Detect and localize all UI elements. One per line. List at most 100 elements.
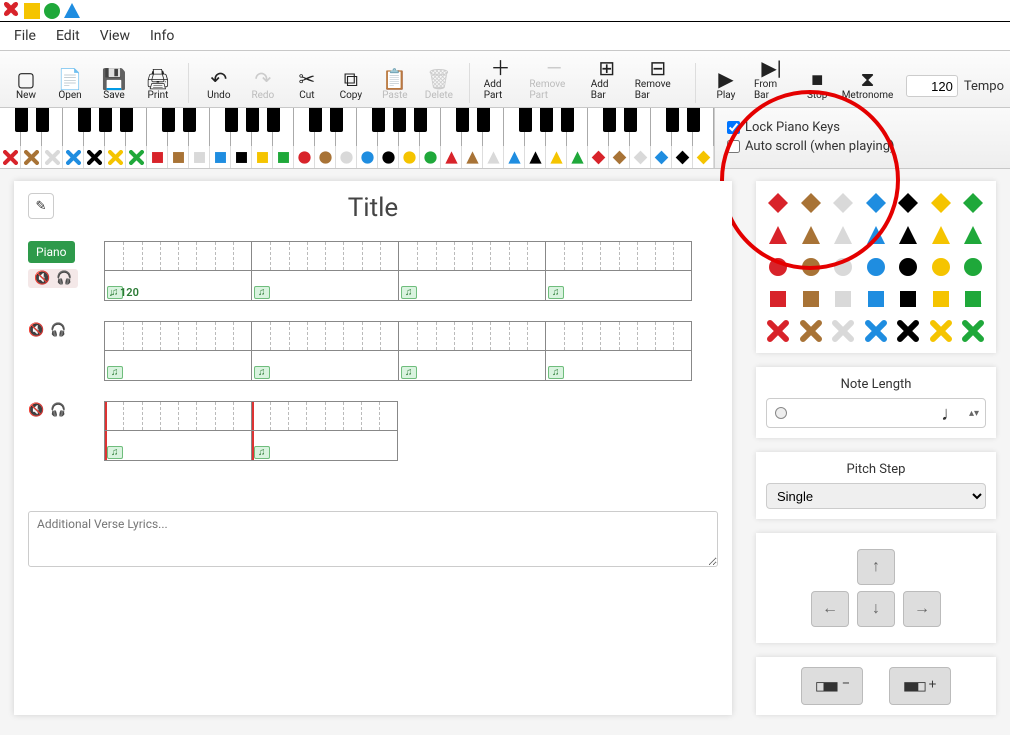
- piano-shape-cell[interactable]: [420, 146, 441, 168]
- piano-shape-cell[interactable]: [567, 146, 588, 168]
- white-key[interactable]: [504, 108, 525, 146]
- piano-shape-cell[interactable]: [168, 146, 189, 168]
- piano-shape-cell[interactable]: [525, 146, 546, 168]
- zoom-out-button[interactable]: −: [801, 667, 863, 705]
- palette-x[interactable]: [831, 319, 855, 343]
- palette-triangle[interactable]: [961, 223, 985, 247]
- piano-shape-cell[interactable]: [630, 146, 651, 168]
- white-key[interactable]: [315, 108, 336, 146]
- piano-shape-cell[interactable]: [84, 146, 105, 168]
- chord-marker[interactable]: ♫: [401, 366, 417, 379]
- piano-shape-cell[interactable]: [105, 146, 126, 168]
- palette-triangle[interactable]: [799, 223, 823, 247]
- white-key[interactable]: [336, 108, 357, 146]
- autoscroll-input[interactable]: [727, 140, 740, 153]
- piano-shape-cell[interactable]: [0, 146, 21, 168]
- palette-x[interactable]: [961, 319, 985, 343]
- palette-circle[interactable]: [799, 255, 823, 279]
- menu-edit[interactable]: Edit: [46, 26, 90, 46]
- palette-circle[interactable]: [929, 255, 953, 279]
- palette-x[interactable]: [896, 319, 920, 343]
- chord-marker[interactable]: ♫: [401, 286, 417, 299]
- note-length-slider-handle[interactable]: [775, 407, 787, 419]
- pitch-step-select[interactable]: Single: [766, 483, 986, 509]
- white-key[interactable]: [21, 108, 42, 146]
- part-controls[interactable]: 🔇 🎧: [28, 321, 66, 340]
- new-button[interactable]: ▢New: [6, 66, 46, 103]
- sheet-title[interactable]: Title: [348, 193, 398, 223]
- verse-lyrics-input[interactable]: [28, 511, 718, 567]
- bar[interactable]: ♫: [398, 241, 545, 301]
- bar[interactable]: ♫: [251, 401, 398, 461]
- piano-shape-cell[interactable]: [651, 146, 672, 168]
- piano-shape-cell[interactable]: [378, 146, 399, 168]
- menu-info[interactable]: Info: [140, 26, 184, 46]
- white-key[interactable]: [189, 108, 210, 146]
- edit-title-button[interactable]: ✎: [28, 193, 54, 219]
- bar[interactable]: ♫: [545, 241, 692, 301]
- piano-shape-cell[interactable]: [42, 146, 63, 168]
- white-key[interactable]: [0, 108, 21, 146]
- piano-shape-cell[interactable]: [462, 146, 483, 168]
- palette-x[interactable]: [766, 319, 790, 343]
- palette-triangle[interactable]: [864, 223, 888, 247]
- white-key[interactable]: [357, 108, 378, 146]
- palette-triangle[interactable]: [896, 223, 920, 247]
- white-key[interactable]: [63, 108, 84, 146]
- chevron-up-down-icon[interactable]: ▴▾: [969, 408, 979, 419]
- piano-shape-cell[interactable]: [273, 146, 294, 168]
- undo-button[interactable]: ↶Undo: [199, 66, 239, 103]
- palette-circle[interactable]: [831, 255, 855, 279]
- white-key[interactable]: [252, 108, 273, 146]
- mute-icon[interactable]: 🔇: [28, 403, 44, 418]
- white-key[interactable]: [672, 108, 693, 146]
- bar[interactable]: ♫: [104, 321, 251, 381]
- autoscroll-checkbox[interactable]: Auto scroll (when playing): [727, 139, 998, 154]
- white-key[interactable]: [546, 108, 567, 146]
- palette-square[interactable]: [896, 287, 920, 311]
- chord-marker[interactable]: ♫: [254, 446, 270, 459]
- white-key[interactable]: [399, 108, 420, 146]
- menu-file[interactable]: File: [4, 26, 46, 46]
- piano-shape-cell[interactable]: [504, 146, 525, 168]
- chord-marker[interactable]: ♫: [548, 366, 564, 379]
- piano-shape-cell[interactable]: [210, 146, 231, 168]
- white-key[interactable]: [273, 108, 294, 146]
- piano-shape-cell[interactable]: [357, 146, 378, 168]
- white-key[interactable]: [105, 108, 126, 146]
- tempo-input[interactable]: [906, 75, 958, 97]
- white-key[interactable]: [378, 108, 399, 146]
- add-part-button[interactable]: ＋Add Part: [480, 55, 522, 103]
- white-key[interactable]: [651, 108, 672, 146]
- chord-marker[interactable]: ♫: [254, 366, 270, 379]
- piano-shape-cell[interactable]: [546, 146, 567, 168]
- palette-square[interactable]: [799, 287, 823, 311]
- piano-keyboard[interactable]: [0, 108, 715, 168]
- white-key[interactable]: [126, 108, 147, 146]
- cut-button[interactable]: ✂Cut: [287, 66, 327, 103]
- from-bar-button[interactable]: ▶|From Bar: [750, 55, 793, 103]
- delete-button[interactable]: 🗑Delete: [419, 66, 459, 103]
- palette-circle[interactable]: [864, 255, 888, 279]
- arrow-down-button[interactable]: ↓: [857, 591, 895, 627]
- piano-shape-cell[interactable]: [399, 146, 420, 168]
- mute-icon[interactable]: 🔇: [28, 323, 44, 338]
- remove-bar-button[interactable]: ⊟Remove Bar: [631, 55, 685, 103]
- palette-circle[interactable]: [896, 255, 920, 279]
- part-controls[interactable]: 🔇 🎧: [28, 269, 78, 288]
- white-key[interactable]: [567, 108, 588, 146]
- bar[interactable]: ♫: [398, 321, 545, 381]
- palette-diamond[interactable]: [766, 191, 790, 215]
- piano-shape-cell[interactable]: [252, 146, 273, 168]
- piano-shape-cell[interactable]: [189, 146, 210, 168]
- piano-shape-cell[interactable]: [21, 146, 42, 168]
- save-button[interactable]: 💾Save: [94, 66, 134, 103]
- piano-shape-cell[interactable]: [147, 146, 168, 168]
- white-key[interactable]: [42, 108, 63, 146]
- palette-triangle[interactable]: [766, 223, 790, 247]
- piano-shape-cell[interactable]: [126, 146, 147, 168]
- piano-shape-cell[interactable]: [231, 146, 252, 168]
- print-button[interactable]: 🖨Print: [138, 66, 178, 103]
- headphones-icon[interactable]: 🎧: [50, 323, 66, 338]
- piano-shape-cell[interactable]: [483, 146, 504, 168]
